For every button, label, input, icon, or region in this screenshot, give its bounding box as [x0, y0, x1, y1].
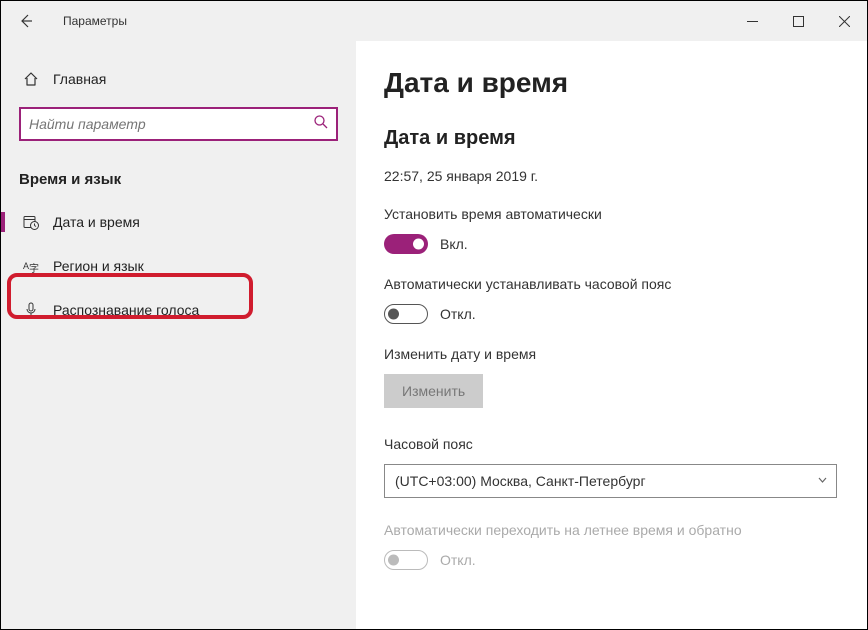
- page-title: Дата и время: [384, 67, 837, 99]
- arrow-left-icon: [19, 14, 33, 28]
- main-content: Дата и время Дата и время 22:57, 25 янва…: [356, 41, 867, 629]
- dst-state: Откл.: [440, 552, 476, 568]
- auto-time-label: Установить время автоматически: [384, 206, 837, 222]
- dst-toggle: [384, 550, 428, 570]
- sidebar-item-label: Распознавание голоса: [53, 302, 199, 318]
- section-title: Дата и время: [384, 127, 837, 150]
- maximize-button[interactable]: [775, 1, 821, 41]
- minimize-button[interactable]: [729, 1, 775, 41]
- back-button[interactable]: [13, 3, 49, 39]
- auto-tz-state: Откл.: [440, 306, 476, 322]
- auto-time-state: Вкл.: [440, 236, 468, 252]
- sidebar-item-label: Регион и язык: [53, 258, 144, 274]
- sidebar-item-label: Дата и время: [53, 214, 140, 230]
- search-input[interactable]: [29, 116, 313, 132]
- search-icon: [313, 114, 328, 134]
- minimize-icon: [747, 16, 758, 27]
- search-input-container[interactable]: [19, 107, 338, 141]
- sidebar-item-date-time[interactable]: Дата и время: [1, 200, 356, 244]
- titlebar: Параметры: [1, 1, 867, 41]
- sidebar-item-region-language[interactable]: A 字 Регион и язык: [1, 244, 356, 288]
- svg-text:字: 字: [29, 262, 39, 274]
- auto-tz-label: Автоматически устанавливать часовой пояс: [384, 276, 837, 292]
- change-datetime-label: Изменить дату и время: [384, 346, 837, 362]
- current-datetime: 22:57, 25 января 2019 г.: [384, 168, 837, 184]
- change-button: Изменить: [384, 374, 483, 408]
- chevron-down-icon: [817, 474, 828, 488]
- timezone-dropdown[interactable]: (UTC+03:00) Москва, Санкт-Петербург: [384, 464, 837, 498]
- sidebar-category: Время и язык: [1, 159, 356, 200]
- maximize-icon: [793, 16, 804, 27]
- auto-tz-toggle[interactable]: [384, 304, 428, 324]
- close-icon: [839, 16, 850, 27]
- timezone-value: (UTC+03:00) Москва, Санкт-Петербург: [395, 473, 646, 489]
- home-icon: [23, 71, 39, 87]
- microphone-icon: [23, 302, 39, 318]
- sidebar: Главная Время и язык: [1, 41, 356, 629]
- language-icon: A 字: [23, 258, 39, 274]
- sidebar-home-label: Главная: [53, 71, 106, 87]
- sidebar-home[interactable]: Главная: [1, 61, 356, 97]
- timezone-label: Часовой пояс: [384, 436, 837, 452]
- sidebar-item-speech[interactable]: Распознавание голоса: [1, 288, 356, 332]
- close-button[interactable]: [821, 1, 867, 41]
- calendar-clock-icon: [23, 214, 39, 230]
- auto-time-toggle[interactable]: [384, 234, 428, 254]
- dst-label: Автоматически переходить на летнее время…: [384, 522, 837, 538]
- window-title: Параметры: [63, 14, 127, 28]
